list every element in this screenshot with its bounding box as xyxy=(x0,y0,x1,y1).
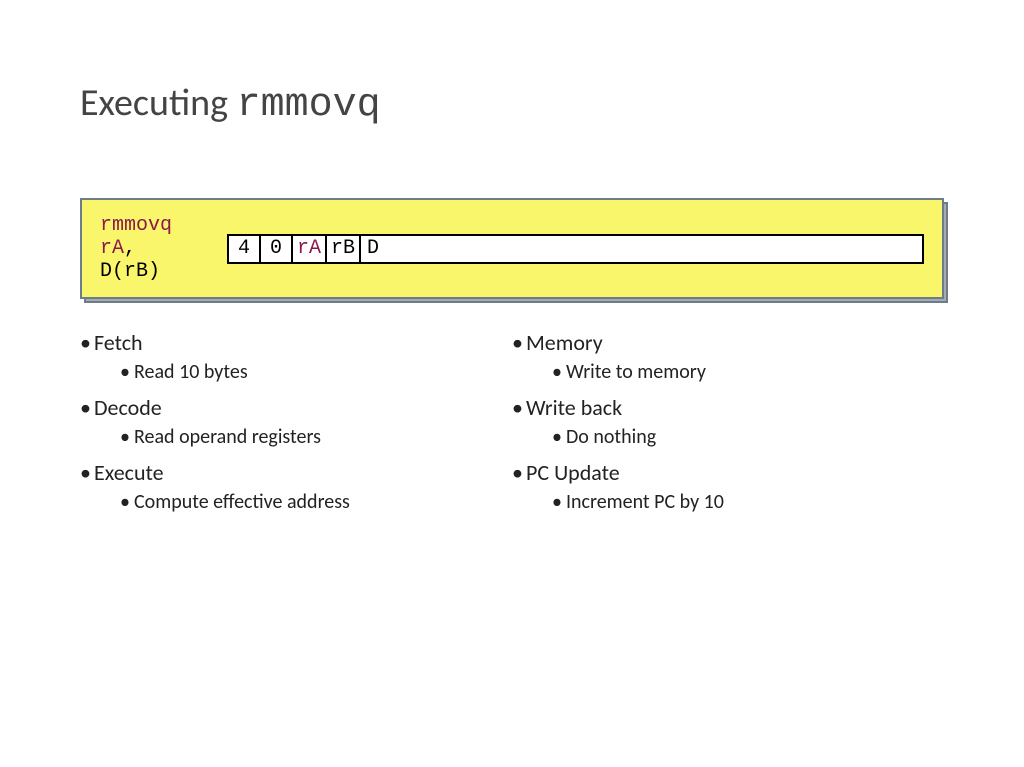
stage-pcupdate-detail: •Increment PC by 10 xyxy=(552,490,944,514)
operand-rB: rB xyxy=(124,260,148,283)
byte-icode: 4 xyxy=(229,236,261,262)
stage-pcupdate: •PC Update xyxy=(512,459,944,486)
bullet-icon: • xyxy=(80,394,94,421)
right-column: •Memory •Write to memory •Write back •Do… xyxy=(512,327,944,524)
page-title: Executing rmmovq xyxy=(80,80,944,128)
bullet-icon: • xyxy=(552,360,566,384)
title-prefix: Executing xyxy=(80,80,237,126)
stage-writeback: •Write back xyxy=(512,394,944,421)
stage-writeback-detail: •Do nothing xyxy=(552,425,944,449)
stage-memory: •Memory xyxy=(512,329,944,356)
byte-encoding: 4 0 rA rB D xyxy=(227,234,924,264)
stage-decode: •Decode xyxy=(80,394,512,421)
slide: Executing rmmovq rmmovq rA, D(rB) 4 0 rA… xyxy=(0,0,1024,524)
stage-fetch: •Fetch xyxy=(80,329,512,356)
bullet-icon: • xyxy=(80,459,94,486)
operand-sep: , xyxy=(124,237,136,260)
instruction-syntax: rmmovq rA, D(rB) xyxy=(100,214,203,283)
operand-rA: rA xyxy=(100,237,124,260)
bullet-icon: • xyxy=(512,459,526,486)
bullet-icon: • xyxy=(512,329,526,356)
encoding-box: rmmovq rA, D(rB) 4 0 rA rB D xyxy=(80,198,944,299)
byte-rB: rB xyxy=(327,236,361,262)
bullet-icon: • xyxy=(120,425,134,449)
bullet-icon: • xyxy=(120,360,134,384)
stage-execute: •Execute xyxy=(80,459,512,486)
stage-fetch-detail: •Read 10 bytes xyxy=(120,360,512,384)
stage-columns: •Fetch •Read 10 bytes •Decode •Read oper… xyxy=(80,327,944,524)
mnemonic: rmmovq xyxy=(100,214,172,237)
stage-memory-detail: •Write to memory xyxy=(552,360,944,384)
byte-D: D xyxy=(361,236,922,262)
bullet-icon: • xyxy=(512,394,526,421)
stage-decode-detail: •Read operand registers xyxy=(120,425,512,449)
bullet-icon: • xyxy=(80,329,94,356)
operand-lparen: ( xyxy=(112,260,124,283)
bullet-icon: • xyxy=(552,490,566,514)
operand-D: D xyxy=(100,260,112,283)
bullet-icon: • xyxy=(552,425,566,449)
stage-execute-detail: •Compute effective address xyxy=(120,490,512,514)
byte-rA: rA xyxy=(293,236,327,262)
bullet-icon: • xyxy=(120,490,134,514)
encoding-row: rmmovq rA, D(rB) 4 0 rA rB D xyxy=(80,198,944,299)
byte-ifun: 0 xyxy=(261,236,293,262)
left-column: •Fetch •Read 10 bytes •Decode •Read oper… xyxy=(80,327,512,524)
operand-rparen: ) xyxy=(148,260,160,283)
title-instruction: rmmovq xyxy=(237,83,381,128)
